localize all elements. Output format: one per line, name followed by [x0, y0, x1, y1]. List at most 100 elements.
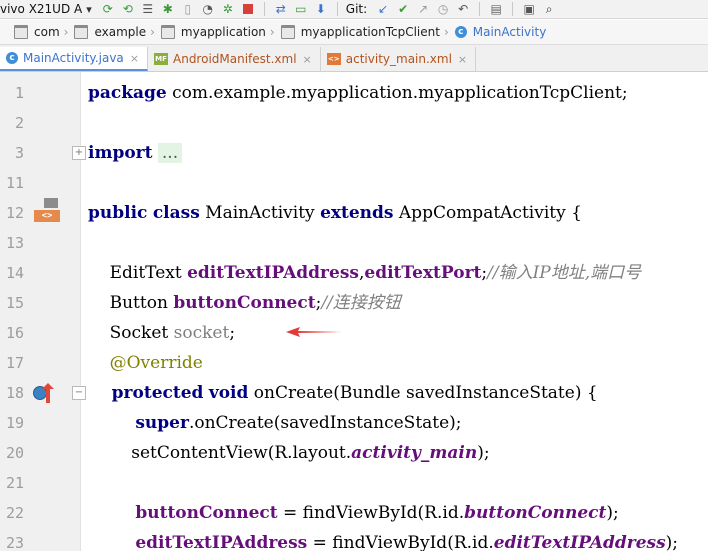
line-number: 20 [5, 444, 24, 462]
code-line: 15 Button buttonConnect;//连接按钮 [0, 288, 708, 318]
punctuation: ); [665, 533, 679, 551]
history-icon[interactable]: ◷ [436, 2, 450, 16]
comment: //输入IP地址,端口号 [487, 263, 642, 283]
comment: //连接按钮 [321, 293, 401, 313]
line-number: 21 [5, 474, 24, 492]
tab-activity-main[interactable]: <> activity_main.xml × [321, 47, 477, 71]
code-line: 16 Socket socket; [0, 318, 708, 348]
line-number: 13 [5, 234, 24, 252]
breadcrumb-label: MainActivity [472, 25, 547, 39]
code-text: package com.example.myapplication.myappl… [88, 78, 628, 108]
code-line: 1 package com.example.myapplication.myap… [0, 78, 708, 108]
chevron-down-icon: ▾ [86, 2, 92, 16]
device-selector[interactable]: vivo X21UD A ▾ [0, 0, 98, 18]
code-line: 12 <> public class MainActivity extends … [0, 198, 708, 228]
code-line: 2 [0, 108, 708, 138]
sync-back-icon[interactable]: ⟲ [121, 2, 135, 16]
toolbar-separator [479, 2, 481, 16]
gauge-icon[interactable]: ◔ [201, 2, 215, 16]
breadcrumb-item-example[interactable]: example [72, 20, 148, 44]
arrow-up-icon[interactable] [42, 383, 54, 403]
avd-icon[interactable]: ▭ [294, 2, 308, 16]
package-name: com.example.myapplication.myapplicationT… [166, 83, 628, 103]
list-icon[interactable]: ☰ [141, 2, 155, 16]
close-icon[interactable]: × [303, 53, 312, 66]
tab-mainactivity[interactable]: c MainActivity.java × [0, 47, 148, 71]
breadcrumb-label: myapplication [180, 25, 266, 39]
undo-icon[interactable]: ↶ [456, 2, 470, 16]
folder-icon[interactable]: ▤ [489, 2, 503, 16]
line-number: 3 [14, 144, 24, 162]
git-pull-icon[interactable]: ↙ [376, 2, 390, 16]
static-field: activity_main [351, 443, 478, 463]
code-line: 21 [0, 468, 708, 498]
sdk-icon[interactable]: ⬇ [314, 2, 328, 16]
code-line: 17 @Override [0, 348, 708, 378]
keyword: package [88, 83, 167, 103]
code-editor[interactable]: 1 package com.example.myapplication.myap… [0, 72, 708, 551]
related-xml-icon[interactable]: <> [34, 210, 60, 222]
editor-tabs: c MainActivity.java × MF AndroidManifest… [0, 45, 708, 72]
debug-icon[interactable]: ✲ [221, 2, 235, 16]
window-icon[interactable]: ▣ [522, 2, 536, 16]
type-name: Socket [88, 323, 174, 343]
git-push-icon[interactable]: ↗ [416, 2, 430, 16]
code-text: super.onCreate(savedInstanceState); [88, 408, 462, 438]
breadcrumb-item-myapplication[interactable]: myapplication [159, 20, 268, 44]
device-icon[interactable]: ▯ [181, 2, 195, 16]
project-sync-icon[interactable]: ⇄ [274, 2, 288, 16]
chevron-right-icon: › [150, 25, 155, 39]
code-line: 19 super.onCreate(savedInstanceState); [0, 408, 708, 438]
keyword: protected [88, 383, 204, 403]
code-text: protected void onCreate(Bundle savedInst… [88, 378, 598, 408]
code-line: 14 EditText editTextIPAddress,editTextPo… [0, 258, 708, 288]
code-text: EditText editTextIPAddress,editTextPort;… [88, 258, 642, 288]
sync-icon[interactable]: ⟳ [101, 2, 115, 16]
line-number: 23 [5, 534, 24, 551]
static-field: buttonConnect [464, 503, 607, 523]
line-number: 2 [14, 114, 24, 132]
folded-imports[interactable]: ... [157, 143, 183, 163]
class-icon: c [6, 52, 18, 64]
breadcrumb-label: example [94, 25, 147, 39]
keyword: public [88, 203, 148, 223]
line-number: 1 [14, 84, 24, 102]
git-commit-icon[interactable]: ✔ [396, 2, 410, 16]
static-field: editTextIPAddress [493, 533, 666, 551]
keyword: extends [320, 203, 394, 223]
red-arrow-annotation [286, 327, 342, 337]
line-number: 18 [5, 384, 24, 402]
type-name: Button [88, 293, 174, 313]
search-icon[interactable]: ⌕ [542, 2, 556, 16]
code-line: 13 [0, 228, 708, 258]
field-name: buttonConnect [88, 503, 278, 523]
line-number: 14 [5, 264, 24, 282]
xml-icon: <> [326, 53, 341, 65]
keyword: void [208, 383, 249, 403]
stop-icon[interactable] [241, 2, 255, 16]
tab-androidmanifest[interactable]: MF AndroidManifest.xml × [148, 47, 321, 71]
field-name: editTextIPAddress [88, 533, 308, 551]
breadcrumb-item-mainactivity[interactable]: c MainActivity [453, 20, 549, 44]
code-line: 23 editTextIPAddress = findViewById(R.id… [0, 528, 708, 551]
fold-expand-icon[interactable]: + [72, 146, 86, 160]
class-icon: c [454, 26, 467, 38]
close-icon[interactable]: × [458, 53, 467, 66]
code-text: editTextIPAddress = findViewById(R.id.ed… [88, 528, 678, 551]
breadcrumb-item-tcpclient[interactable]: myapplicationTcpClient [279, 20, 442, 44]
method-call: = findViewById(R.id. [277, 503, 465, 523]
method-call: setContentView(R.layout. [88, 443, 352, 463]
fold-collapse-icon[interactable]: − [72, 386, 86, 400]
bug-icon[interactable]: ✱ [161, 2, 175, 16]
code-text: buttonConnect = findViewById(R.id.button… [88, 498, 618, 528]
manifest-icon: MF [154, 53, 168, 65]
tab-label: activity_main.xml [345, 52, 452, 66]
method-call: .onCreate(savedInstanceState); [188, 413, 462, 433]
field-name: editTextPort [364, 263, 482, 283]
close-icon[interactable]: × [130, 52, 139, 65]
code-line: 20 setContentView(R.layout.activity_main… [0, 438, 708, 468]
code-text: import ... [88, 138, 183, 168]
superclass: AppCompatActivity { [393, 203, 582, 223]
breadcrumb-item-com[interactable]: com [0, 20, 62, 44]
folder-icon [280, 25, 295, 39]
